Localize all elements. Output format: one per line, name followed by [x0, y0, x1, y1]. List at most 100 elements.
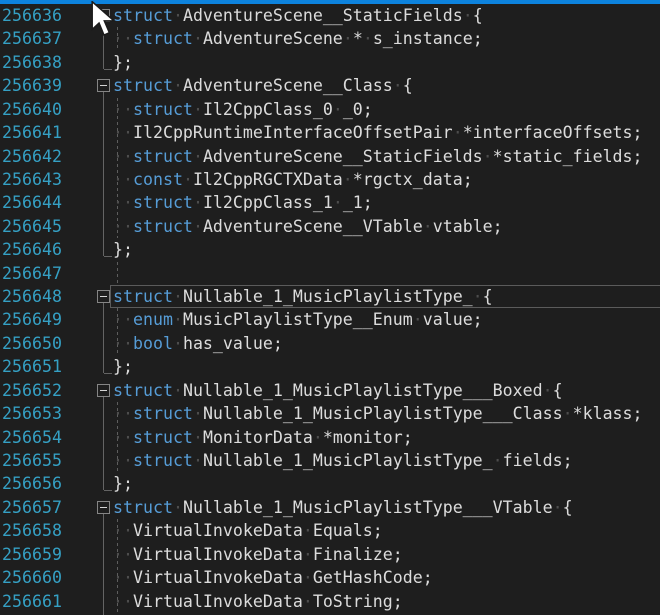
whitespace-dots: ·: [493, 451, 503, 470]
code-text[interactable]: ··VirtualInvokeData·Finalize;: [113, 543, 403, 566]
line-number[interactable]: 256640: [2, 98, 62, 121]
code-line[interactable]: 256650 ··bool·has_value;: [0, 332, 660, 355]
line-number[interactable]: 256661: [2, 590, 62, 613]
code-line[interactable]: 256655··struct·Nullable_1_MusicPlaylistT…: [0, 449, 660, 472]
line-number[interactable]: 256657: [2, 496, 62, 519]
line-number[interactable]: 256650: [2, 332, 62, 355]
code-line[interactable]: 256639 struct·AdventureScene__Class·{: [0, 74, 660, 97]
code-line[interactable]: 256649 ··enum·MusicPlaylistType__Enum·val…: [0, 308, 660, 331]
line-number[interactable]: 256660: [2, 566, 62, 589]
code-token: _0;: [343, 100, 373, 119]
line-number[interactable]: 256641: [2, 121, 62, 144]
code-text[interactable]: };: [113, 355, 133, 378]
fold-marker-icon[interactable]: [97, 501, 110, 514]
code-line[interactable]: 256656};: [0, 472, 660, 495]
code-line[interactable]: 256647: [0, 262, 660, 285]
code-text[interactable]: struct·Nullable_1_MusicPlaylistType___Bo…: [113, 379, 563, 402]
whitespace-dots: ·: [183, 170, 193, 189]
code-line[interactable]: 256645 ··struct·AdventureScene__VTable·vt…: [0, 215, 660, 238]
line-number[interactable]: 256644: [2, 191, 62, 214]
code-line[interactable]: 256638};: [0, 51, 660, 74]
code-line[interactable]: 256644 ··struct·Il2CppClass_1·_1;: [0, 191, 660, 214]
code-line[interactable]: 256654 ··struct·MonitorData·*monitor;: [0, 426, 660, 449]
line-number[interactable]: 256637: [2, 27, 62, 50]
code-line[interactable]: 256643 ··const·Il2CppRGCTXData·*rgctx_dat…: [0, 168, 660, 191]
code-text[interactable]: };: [113, 238, 133, 261]
code-text[interactable]: ··struct·Nullable_1_MusicPlaylistType_·f…: [113, 449, 573, 472]
code-text[interactable]: ··struct·AdventureScene·*·s_instance;: [113, 27, 483, 50]
line-number[interactable]: 256659: [2, 543, 62, 566]
code-area[interactable]: 256636struct·AdventureScene__StaticField…: [0, 4, 660, 615]
whitespace-dots: ·: [303, 521, 313, 540]
code-text[interactable]: };: [113, 51, 133, 74]
line-number[interactable]: 256653: [2, 402, 62, 425]
code-line[interactable]: 256652 struct·Nullable_1_MusicPlaylistTyp…: [0, 379, 660, 402]
code-line[interactable]: 256657 struct·Nullable_1_MusicPlaylistTyp…: [0, 496, 660, 519]
code-line[interactable]: 256648struct·Nullable_1_MusicPlaylistTyp…: [0, 285, 660, 308]
whitespace-dots: ·: [173, 287, 183, 306]
code-text[interactable]: struct·AdventureScene__Class·{: [113, 74, 413, 97]
whitespace-dots: ·: [193, 217, 203, 236]
line-number[interactable]: 256648: [2, 285, 62, 308]
code-line[interactable]: 256660 ··VirtualInvokeData·GetHashCode;: [0, 566, 660, 589]
keyword-token: struct: [113, 498, 173, 517]
code-text[interactable]: ··struct·Il2CppClass_1·_1;: [113, 191, 373, 214]
fold-marker-icon[interactable]: [97, 79, 110, 92]
code-text[interactable]: struct·Nullable_1_MusicPlaylistType___VT…: [113, 496, 573, 519]
line-number[interactable]: 256655: [2, 449, 62, 472]
code-line[interactable]: 256658 ··VirtualInvokeData·Equals;: [0, 519, 660, 542]
code-token: Il2CppClass_0: [203, 100, 333, 119]
code-text[interactable]: ··Il2CppRuntimeInterfaceOffsetPair·*inte…: [113, 121, 643, 144]
line-number[interactable]: 256647: [2, 262, 62, 285]
code-line[interactable]: 256661 ··VirtualInvokeData·ToString;: [0, 590, 660, 613]
line-number[interactable]: 256658: [2, 519, 62, 542]
line-number[interactable]: 256652: [2, 379, 62, 402]
code-line[interactable]: 256651};: [0, 355, 660, 378]
code-token: AdventureScene__StaticFields: [203, 147, 483, 166]
whitespace-dots: ·: [173, 334, 183, 353]
fold-marker-icon[interactable]: [97, 290, 110, 303]
code-token: {: [483, 287, 493, 306]
code-line[interactable]: 256641 ··Il2CppRuntimeInterfaceOffsetPair…: [0, 121, 660, 144]
line-number[interactable]: 256651: [2, 355, 62, 378]
code-text[interactable]: ··struct·Nullable_1_MusicPlaylistType___…: [113, 402, 643, 425]
keyword-token: struct: [133, 404, 193, 423]
line-number[interactable]: 256656: [2, 472, 62, 495]
code-line[interactable]: 256659 ··VirtualInvokeData·Finalize;: [0, 543, 660, 566]
code-line[interactable]: 256653 ··struct·Nullable_1_MusicPlaylistT…: [0, 402, 660, 425]
code-token: };: [113, 240, 133, 259]
code-text[interactable]: struct·AdventureScene__StaticFields·{: [113, 4, 483, 27]
code-text[interactable]: ··const·Il2CppRGCTXData·*rgctx_data;: [113, 168, 473, 191]
code-text[interactable]: ··struct·MonitorData·*monitor;: [113, 426, 413, 449]
line-number[interactable]: 256642: [2, 145, 62, 168]
whitespace-dots: ·: [303, 568, 313, 587]
code-text[interactable]: ··struct·Il2CppClass_0·_0;: [113, 98, 373, 121]
line-number[interactable]: 256638: [2, 51, 62, 74]
code-token: *klass;: [573, 404, 643, 423]
code-text[interactable]: ··enum·MusicPlaylistType__Enum·value;: [113, 308, 483, 331]
whitespace-dots: ·: [193, 451, 203, 470]
code-token: *interfaceOffsets;: [463, 123, 643, 142]
line-number[interactable]: 256639: [2, 74, 62, 97]
code-line[interactable]: 256646};: [0, 238, 660, 261]
line-number[interactable]: 256645: [2, 215, 62, 238]
code-line[interactable]: 256642 ··struct·AdventureScene__StaticFie…: [0, 145, 660, 168]
code-token: Finalize;: [313, 545, 403, 564]
code-text[interactable]: ··struct·AdventureScene__VTable·vtable;: [113, 215, 503, 238]
code-text[interactable]: ··VirtualInvokeData·GetHashCode;: [113, 566, 433, 589]
code-text[interactable]: };: [113, 472, 133, 495]
code-text[interactable]: ··VirtualInvokeData·Equals;: [113, 519, 383, 542]
code-text[interactable]: ··VirtualInvokeData·ToString;: [113, 590, 403, 613]
whitespace-dots: ·: [393, 76, 403, 95]
line-number[interactable]: 256636: [2, 4, 62, 27]
line-number[interactable]: 256654: [2, 426, 62, 449]
whitespace-dots: ·: [193, 404, 203, 423]
fold-marker-icon[interactable]: [97, 384, 110, 397]
line-number[interactable]: 256643: [2, 168, 62, 191]
code-text[interactable]: ··bool·has_value;: [113, 332, 283, 355]
code-text[interactable]: struct·Nullable_1_MusicPlaylistType_·{: [113, 285, 493, 308]
line-number[interactable]: 256646: [2, 238, 62, 261]
line-number[interactable]: 256649: [2, 308, 62, 331]
code-text[interactable]: ··struct·AdventureScene__StaticFields·*s…: [113, 145, 643, 168]
code-line[interactable]: 256640 ··struct·Il2CppClass_0·_0;: [0, 98, 660, 121]
